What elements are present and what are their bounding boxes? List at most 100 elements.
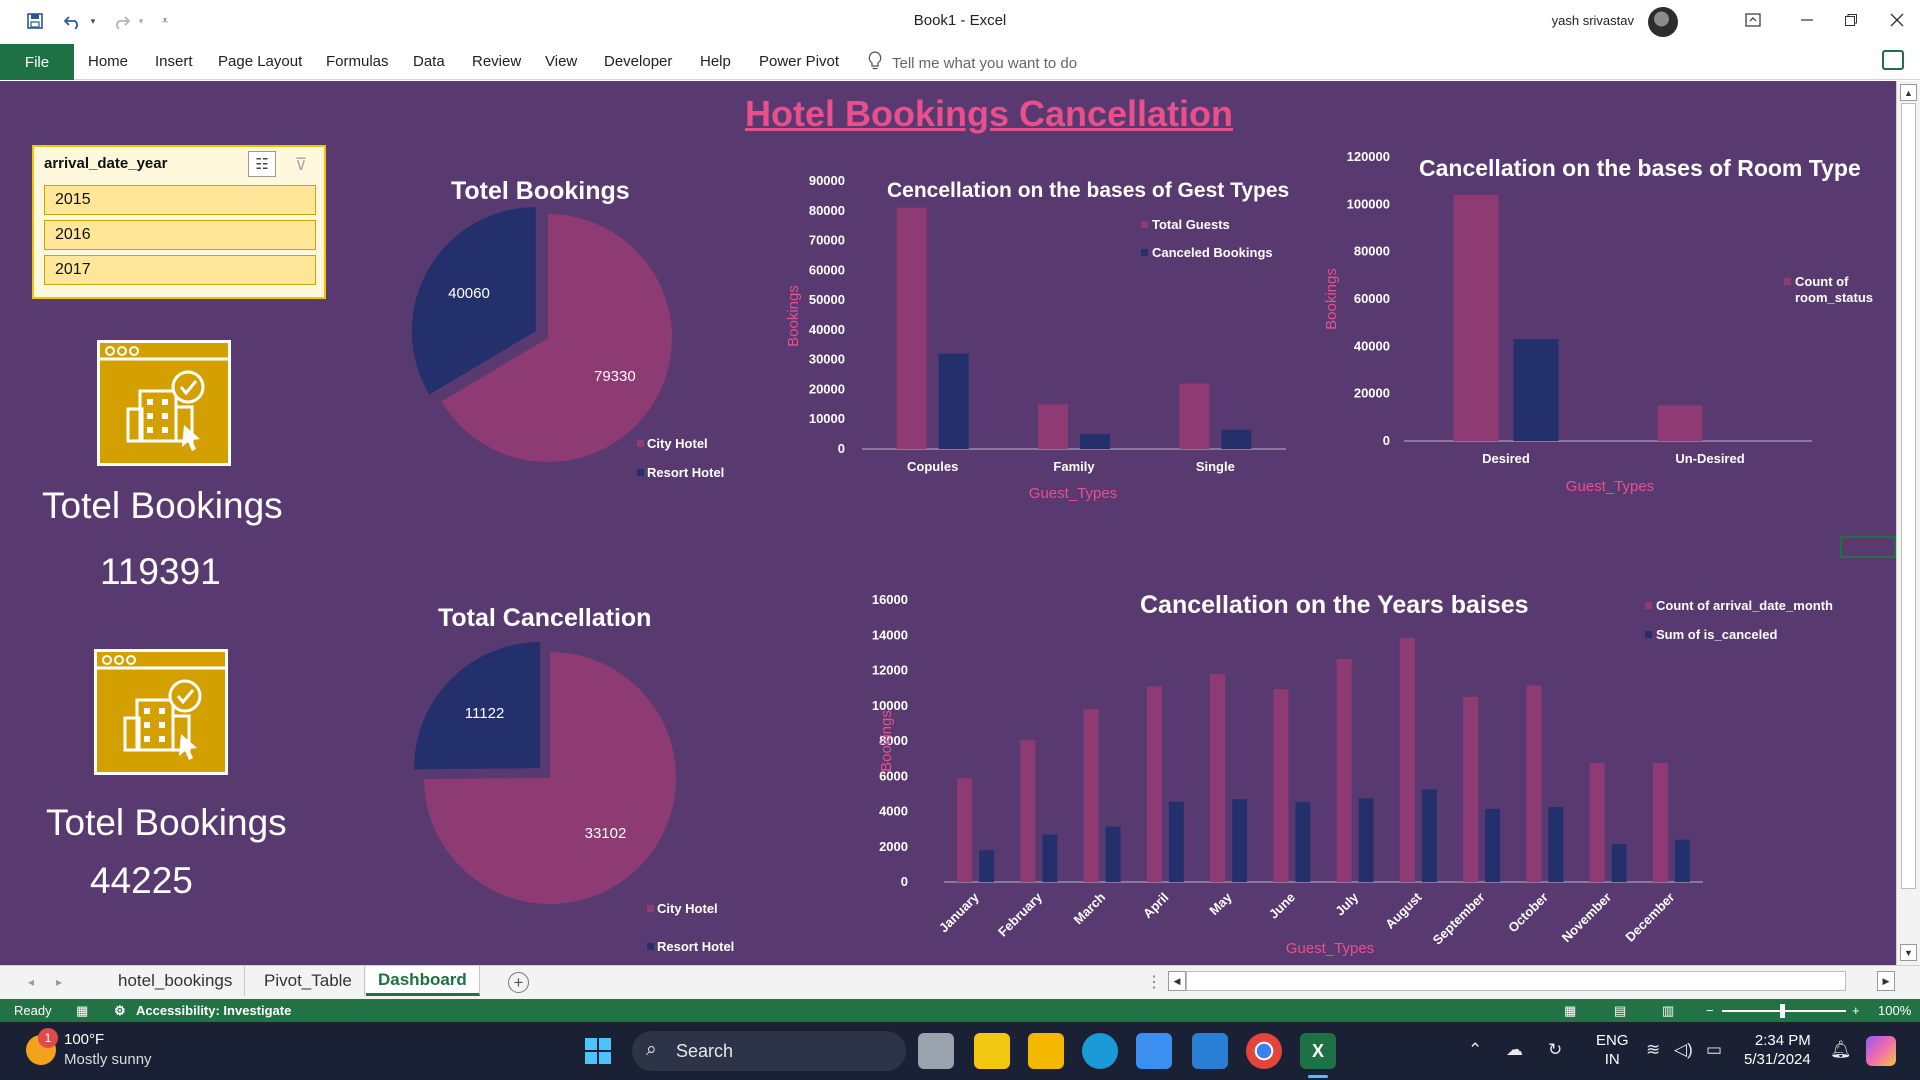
sync-icon[interactable]: ↻	[1548, 1040, 1562, 1060]
add-sheet-icon[interactable]: +	[508, 972, 529, 993]
weather-temperature[interactable]: 100°F	[64, 1031, 104, 1048]
legend-label: Count of	[1795, 274, 1849, 289]
wifi-icon[interactable]: ≋	[1646, 1040, 1660, 1060]
bar-july-sum-of-is-canceled	[1358, 798, 1374, 882]
legend-swatch	[1645, 631, 1652, 638]
x-tick-label: November	[1559, 890, 1615, 946]
weather-condition[interactable]: Mostly sunny	[64, 1051, 152, 1068]
bar-october-count-of-arrival-date-month	[1526, 685, 1542, 882]
chrome-icon[interactable]	[1246, 1033, 1282, 1069]
scroll-down-icon[interactable]: ▼	[1900, 944, 1917, 961]
notification-bell-icon[interactable]: 🔔︎	[1830, 1040, 1852, 1060]
next-sheet-icon[interactable]: ▸	[56, 975, 62, 989]
tab-help[interactable]: Help	[700, 53, 731, 70]
clock-time: 2:34 PM	[1754, 1032, 1811, 1049]
chevron-up-icon[interactable]: ⌃	[1468, 1040, 1482, 1060]
x-tick-label: December	[1622, 890, 1677, 945]
ribbon-display-icon[interactable]	[1730, 4, 1776, 36]
clock-date: 5/31/2024	[1744, 1051, 1811, 1068]
page-break-view-icon[interactable]: ▥	[1662, 1003, 1674, 1019]
tab-formulas[interactable]: Formulas	[326, 53, 389, 70]
excel-icon[interactable]: X	[1300, 1033, 1336, 1069]
zoom-level[interactable]: 100%	[1878, 1003, 1911, 1018]
bar-copules-total-guests	[896, 207, 927, 449]
onedrive-icon[interactable]: ☁	[1506, 1040, 1523, 1060]
tab-data[interactable]: Data	[413, 53, 445, 70]
sheet-tab-dashboard[interactable]: Dashboard	[366, 966, 480, 996]
close-icon[interactable]	[1874, 4, 1920, 36]
accessibility-status[interactable]: Accessibility: Investigate	[136, 1003, 291, 1018]
taskbar-search[interactable]: ⌕ Search	[632, 1031, 906, 1071]
tab-home[interactable]: Home	[88, 53, 128, 70]
mail-icon[interactable]	[1192, 1033, 1228, 1069]
scroll-thumb[interactable]	[1901, 103, 1916, 889]
system-clock[interactable]: 2:34 PM 5/31/2024	[1744, 1031, 1811, 1069]
scroll-up-icon[interactable]: ▲	[1900, 84, 1917, 101]
bar-september-count-of-arrival-date-month	[1463, 696, 1479, 882]
tab-view[interactable]: View	[545, 53, 577, 70]
language-indicator[interactable]: ENG IN	[1596, 1031, 1629, 1069]
bar-march-sum-of-is-canceled	[1105, 826, 1121, 882]
bar-january-sum-of-is-canceled	[979, 850, 995, 882]
bar-may-sum-of-is-canceled	[1232, 799, 1248, 882]
tell-me-search[interactable]: Tell me what you want to do	[868, 51, 1077, 75]
task-view-icon[interactable]	[918, 1033, 954, 1069]
restore-icon[interactable]	[1828, 4, 1874, 36]
bar-may-count-of-arrival-date-month	[1210, 674, 1226, 882]
y-tick-label: 0	[1383, 433, 1390, 448]
battery-icon[interactable]: ▭	[1706, 1040, 1722, 1060]
horizontal-scrollbar[interactable]	[1186, 971, 1846, 991]
volume-icon[interactable]: ◁)	[1674, 1040, 1693, 1060]
vertical-scrollbar[interactable]: ▲ ▼	[1896, 81, 1920, 965]
language-code: ENG	[1596, 1032, 1629, 1049]
copilot-icon[interactable]	[1866, 1036, 1896, 1066]
macro-record-icon[interactable]: ▦	[76, 1003, 88, 1019]
sheet-tab-pivot-table[interactable]: Pivot_Table	[252, 966, 365, 996]
bar-march-count-of-arrival-date-month	[1083, 709, 1099, 882]
bar-november-count-of-arrival-date-month	[1589, 763, 1605, 882]
pie-data-label: 11122	[465, 705, 505, 722]
legend-swatch	[1645, 602, 1652, 609]
sheet-tab-hotel-bookings[interactable]: hotel_bookings	[106, 966, 246, 996]
tab-insert[interactable]: Insert	[155, 53, 193, 70]
normal-view-icon[interactable]: ▦	[1564, 1003, 1576, 1019]
tell-me-text[interactable]: Tell me what you want to do	[892, 55, 1077, 72]
y-tick-label: 14000	[872, 627, 908, 642]
tab-developer[interactable]: Developer	[604, 53, 672, 70]
zoom-out-icon[interactable]: −	[1706, 1003, 1714, 1018]
avatar[interactable]	[1648, 7, 1678, 37]
user-name[interactable]: yash srivastav	[1552, 13, 1634, 28]
y-axis-title: Bookings	[878, 710, 895, 772]
zoom-in-icon[interactable]: +	[1852, 1003, 1860, 1018]
legend-label: City Hotel	[657, 901, 718, 916]
accessibility-icon[interactable]: ⚙	[114, 1003, 126, 1019]
zoom-slider-knob[interactable]	[1780, 1004, 1785, 1018]
y-tick-label: 60000	[1354, 291, 1390, 306]
windows-taskbar: 1 100°F Mostly sunny ⌕ Search X ⌃ ☁ ↻ EN…	[0, 1022, 1920, 1080]
y-tick-label: 10000	[809, 411, 845, 426]
tab-power-pivot[interactable]: Power Pivot	[759, 53, 839, 70]
scroll-right-icon[interactable]: ▶	[1877, 971, 1895, 991]
y-tick-label: 60000	[809, 262, 845, 277]
file-explorer-icon[interactable]	[1028, 1033, 1064, 1069]
minimize-icon[interactable]	[1784, 4, 1830, 36]
legend-swatch	[1784, 278, 1791, 285]
power-bi-icon[interactable]	[974, 1033, 1010, 1069]
tab-review[interactable]: Review	[472, 53, 521, 70]
y-tick-label: 80000	[1354, 244, 1390, 259]
tab-page-layout[interactable]: Page Layout	[218, 53, 302, 70]
edge-icon[interactable]	[1082, 1033, 1118, 1069]
windows-start-icon[interactable]	[580, 1033, 616, 1069]
selected-cell[interactable]	[1840, 536, 1896, 558]
legend-label: City Hotel	[647, 436, 708, 451]
scroll-left-icon[interactable]: ◀	[1168, 971, 1186, 991]
y-tick-label: 40000	[1354, 338, 1390, 353]
prev-sheet-icon[interactable]: ◂	[28, 975, 34, 989]
y-tick-label: 16000	[872, 592, 908, 607]
page-layout-view-icon[interactable]: ▤	[1614, 1003, 1626, 1019]
comments-icon[interactable]	[1882, 50, 1904, 70]
file-tab[interactable]: File	[0, 44, 74, 80]
microsoft-store-icon[interactable]	[1136, 1033, 1172, 1069]
tab-splitter-icon[interactable]: ⋮	[1146, 972, 1162, 992]
y-axis-title: Bookings	[785, 285, 802, 347]
